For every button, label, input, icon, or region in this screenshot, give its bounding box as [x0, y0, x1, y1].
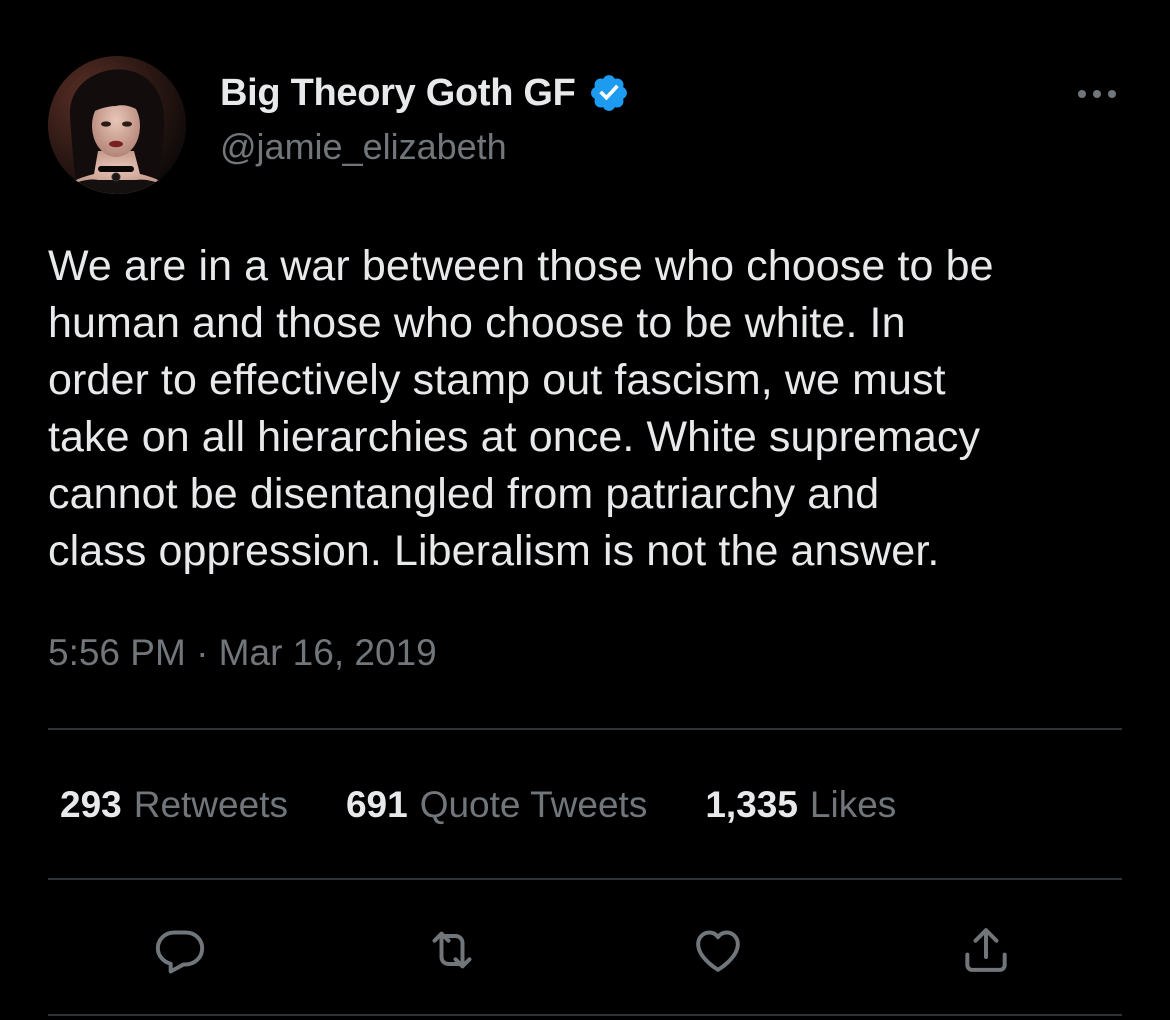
- like-icon[interactable]: [690, 922, 746, 978]
- likes-stat[interactable]: 1,335 Likes: [705, 784, 896, 826]
- tweet-timestamp[interactable]: 5:56 PM · Mar 16, 2019: [48, 632, 437, 674]
- verified-badge-icon[interactable]: [588, 72, 630, 114]
- quote-tweets-label: Quote Tweets: [419, 784, 648, 825]
- engagement-stats: 293 Retweets 691 Quote Tweets 1,335 Like…: [60, 782, 896, 828]
- divider-top: [48, 728, 1122, 730]
- divider-bottom: [48, 1014, 1122, 1016]
- quote-tweets-stat[interactable]: 691 Quote Tweets: [346, 784, 647, 826]
- share-icon[interactable]: [958, 922, 1014, 978]
- author-name-row[interactable]: Big Theory Goth GF: [220, 68, 630, 118]
- retweets-count: 293: [60, 784, 122, 825]
- retweets-label: Retweets: [133, 784, 288, 825]
- author-handle[interactable]: @jamie_elizabeth: [220, 126, 507, 168]
- reply-icon[interactable]: [152, 922, 208, 978]
- likes-count: 1,335: [705, 784, 798, 825]
- tweet-detail: Big Theory Goth GF @jamie_elizabeth We a…: [0, 0, 1170, 1020]
- tweet-text: We are in a war between those who choose…: [48, 242, 994, 575]
- profile-photo-icon: [48, 56, 186, 194]
- retweets-stat[interactable]: 293 Retweets: [60, 784, 288, 826]
- retweet-icon[interactable]: [424, 922, 480, 978]
- avatar[interactable]: [48, 56, 186, 194]
- ellipsis-icon[interactable]: [1074, 82, 1120, 106]
- divider-middle: [48, 878, 1122, 880]
- author-display-name[interactable]: Big Theory Goth GF: [220, 72, 576, 115]
- likes-label: Likes: [809, 784, 897, 825]
- quote-tweets-count: 691: [345, 784, 408, 825]
